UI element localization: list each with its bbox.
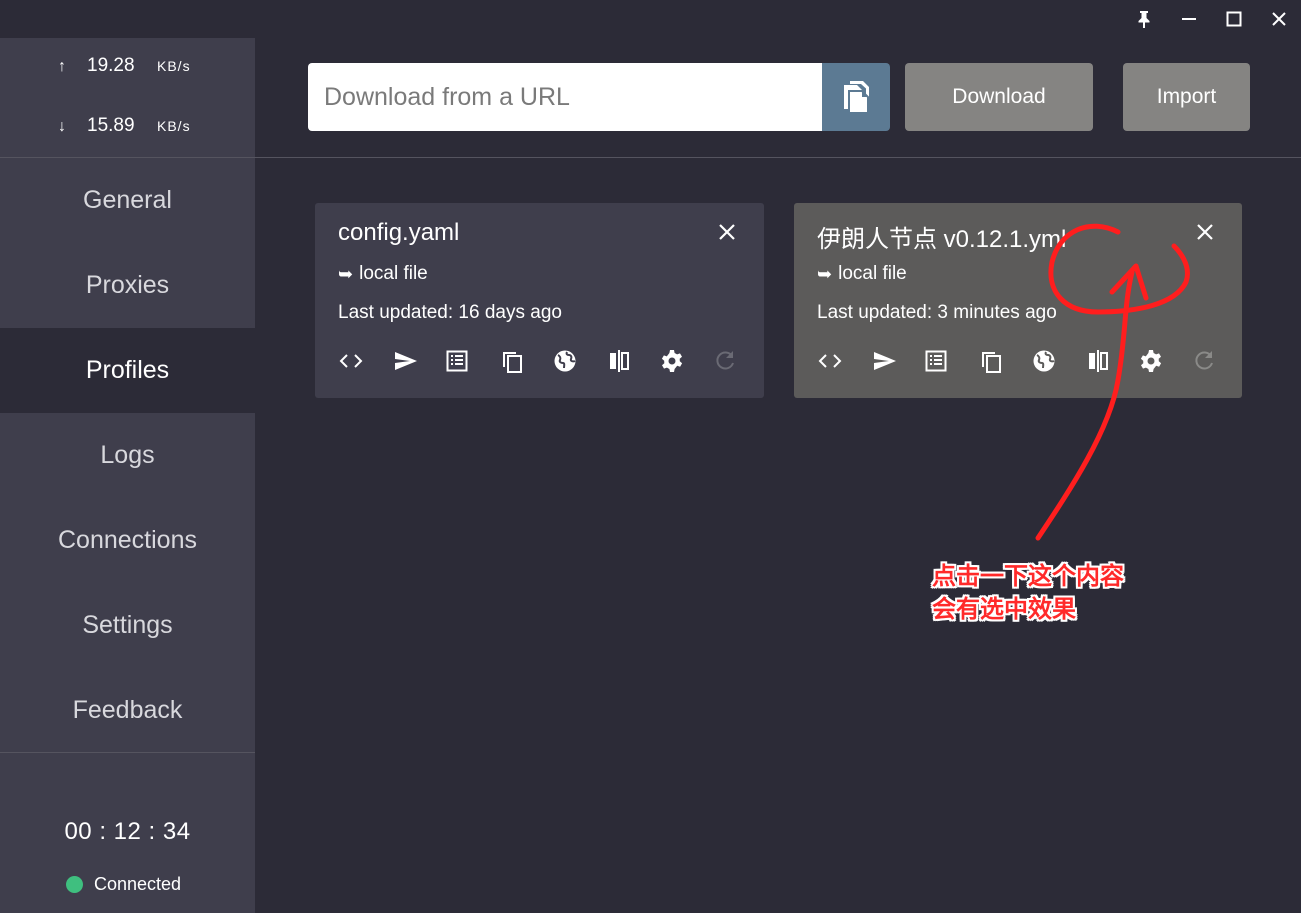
sidebar-item-profiles[interactable]: Profiles	[0, 328, 255, 413]
download-unit: KB/s	[157, 118, 191, 134]
sidebar-item-connections[interactable]: Connections	[0, 498, 255, 583]
globe-icon[interactable]	[1032, 348, 1086, 374]
download-button[interactable]: Download	[905, 63, 1093, 131]
sidebar-item-settings[interactable]: Settings	[0, 583, 255, 668]
close-icon[interactable]	[1194, 221, 1216, 243]
refresh-icon[interactable]	[714, 348, 768, 374]
url-input[interactable]	[308, 63, 822, 131]
uptime-timer: 00 : 12 : 34	[64, 818, 191, 845]
upload-speed: ↑ 19.28 KB/s	[58, 55, 191, 77]
download-bar: Download Import	[255, 38, 1301, 158]
connection-status: Connected	[66, 874, 181, 895]
source-arrow-icon: ➥	[817, 263, 833, 284]
profile-updated: Last updated: 3 minutes ago	[817, 302, 1057, 323]
pin-icon[interactable]	[1130, 6, 1158, 32]
download-value: 15.89	[87, 115, 135, 136]
source-label: local file	[838, 263, 907, 284]
profile-actions	[339, 348, 767, 374]
sidebar-item-logs[interactable]: Logs	[0, 413, 255, 498]
code-icon[interactable]	[818, 348, 872, 374]
upload-arrow-icon: ↑	[58, 58, 66, 75]
gear-icon[interactable]	[1139, 348, 1193, 374]
globe-icon[interactable]	[553, 348, 607, 374]
source-label: local file	[359, 263, 428, 284]
traffic-panel: ↑ 19.28 KB/s ↓ 15.89 KB/s	[0, 38, 255, 158]
refresh-icon[interactable]	[1193, 348, 1247, 374]
profile-card-selected[interactable]: 伊朗人节点 v0.12.1.yml ➥ local file Last upda…	[794, 203, 1242, 398]
sidebar: ↑ 19.28 KB/s ↓ 15.89 KB/s General Proxie…	[0, 38, 255, 913]
profile-source: ➥ local file	[338, 263, 428, 285]
profile-name: config.yaml	[338, 219, 460, 246]
maximize-icon[interactable]	[1220, 6, 1248, 32]
profile-name: 伊朗人节点 v0.12.1.yml	[817, 226, 1067, 253]
copy-icon[interactable]	[979, 348, 1033, 374]
minimize-icon[interactable]	[1175, 6, 1203, 32]
code-icon[interactable]	[339, 348, 393, 374]
copy-icon[interactable]	[500, 348, 554, 374]
profile-card[interactable]: config.yaml ➥ local file Last updated: 1…	[315, 203, 764, 398]
close-icon[interactable]	[716, 221, 738, 243]
upload-value: 19.28	[87, 55, 135, 76]
status-label: Connected	[94, 874, 182, 894]
title-bar	[0, 0, 1301, 38]
sidebar-item-general[interactable]: General	[0, 158, 255, 243]
paste-icon	[844, 81, 869, 114]
download-arrow-icon: ↓	[58, 118, 66, 135]
import-button[interactable]: Import	[1123, 63, 1250, 131]
send-icon[interactable]	[393, 348, 447, 374]
compare-icon[interactable]	[1086, 348, 1140, 374]
paste-button[interactable]	[822, 63, 890, 131]
send-icon[interactable]	[872, 348, 926, 374]
annotation-line-1: 点击一下这个内容	[932, 562, 1124, 590]
source-arrow-icon: ➥	[338, 263, 354, 284]
profile-actions	[818, 348, 1246, 374]
profile-updated: Last updated: 16 days ago	[338, 302, 562, 323]
list-icon[interactable]	[446, 348, 500, 374]
upload-unit: KB/s	[157, 58, 191, 74]
sidebar-item-proxies[interactable]: Proxies	[0, 243, 255, 328]
compare-icon[interactable]	[607, 348, 661, 374]
close-icon[interactable]	[1265, 6, 1293, 32]
sidebar-item-feedback[interactable]: Feedback	[0, 668, 255, 753]
download-speed: ↓ 15.89 KB/s	[58, 115, 191, 137]
profile-source: ➥ local file	[817, 263, 907, 285]
annotation-text: 点击一下这个内容 会有选中效果	[932, 560, 1124, 626]
list-icon[interactable]	[925, 348, 979, 374]
annotation-line-2: 会有选中效果	[932, 595, 1076, 623]
status-dot-icon	[66, 876, 83, 893]
gear-icon[interactable]	[660, 348, 714, 374]
